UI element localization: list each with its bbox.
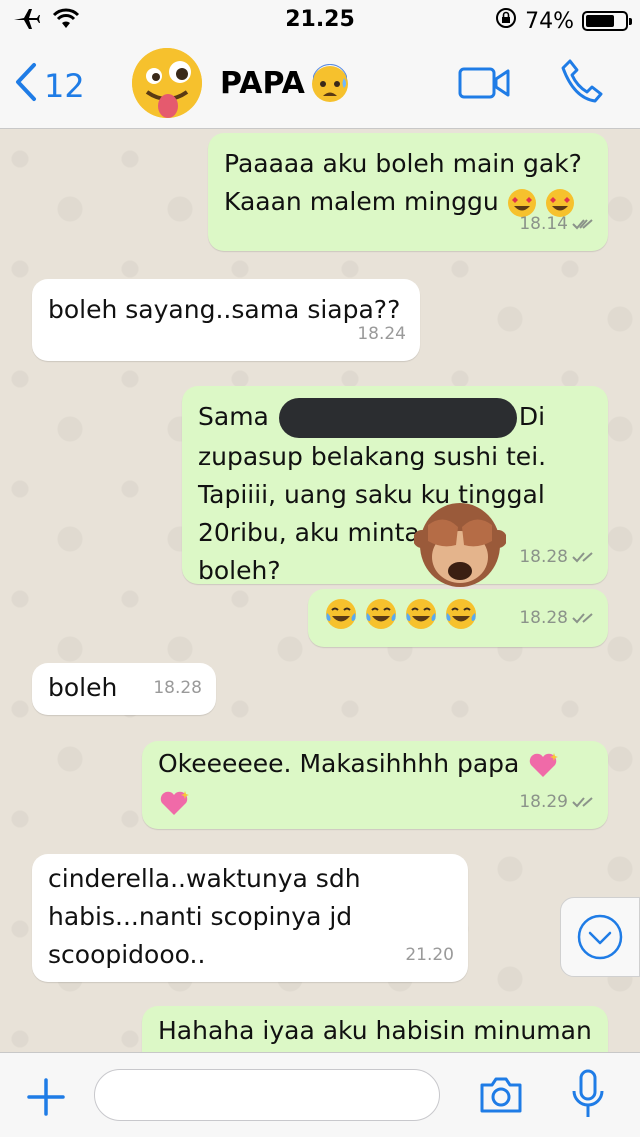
message-text: Paaaaa aku boleh main gak? [224,149,582,178]
message-text: boleh sayang..sama siapa?? [48,295,401,324]
message-time: 18.28 [519,547,568,567]
message-text: Okeeeeee. Makasihhhh papa [158,745,592,783]
scroll-to-bottom-button[interactable] [560,897,640,977]
chat-header: 12 PAPA [0,40,640,129]
message-incoming[interactable]: cinderella..waktunya sdh habis...nanti s… [32,854,468,982]
message-time: 18.29 [519,792,568,812]
message-outgoing[interactable]: 18.28 [308,589,608,647]
status-bar: 21.25 74% [0,0,640,40]
message-incoming[interactable]: boleh sayang..sama siapa?? 18.24 [32,279,420,361]
read-receipt-icon [572,219,593,230]
message-text: zupasup belakang sushi tei. [198,442,547,471]
contact-name: PAPA [220,66,305,101]
back-chevron-icon [14,62,38,110]
message-text: Sama Di [198,398,592,438]
message-meta: 18.28 [153,669,202,707]
message-outgoing[interactable]: Hahaha iyaa aku habisin minuman [142,1006,608,1052]
plus-icon [27,1078,65,1116]
message-time: 18.28 [153,678,202,698]
read-receipt-icon [572,552,593,563]
message-outgoing[interactable]: Okeeeeee. Makasihhhh papa 18.29 [142,741,608,829]
message-time: 18.24 [357,324,406,344]
message-text: habis...nanti scopinya jd [48,902,353,931]
sparkling-heart-icon [530,753,559,777]
read-receipt-icon [572,613,593,624]
back-count: 12 [44,67,85,105]
message-outgoing[interactable]: Paaaaa aku boleh main gak? Kaaan malem m… [208,133,608,251]
camera-icon [480,1077,522,1113]
message-meta: 18.14 [519,205,594,243]
battery-icon [582,11,632,31]
message-text: cinderella..waktunya sdh [48,864,361,893]
tears-of-joy-icon [326,599,356,629]
message-text: scoopidooo.. [48,940,206,969]
message-meta: 18.29 [519,783,594,821]
read-receipt-icon [572,797,593,808]
sparkling-heart-icon [160,791,189,815]
tears-of-joy-icon [366,599,396,629]
see-no-evil-monkey-icon [413,495,507,595]
avatar[interactable] [132,48,202,118]
camera-button[interactable] [478,1075,524,1119]
message-meta: 18.24 [357,315,406,353]
video-call-icon [458,67,510,99]
status-right: 74% [495,7,632,35]
message-outgoing[interactable]: Sama Di zupasup belakang sushi tei. Tapi… [182,386,608,585]
redaction-bar [278,398,517,438]
battery-fill [586,15,615,27]
message-meta: 21.20 [405,936,454,974]
chat-area[interactable]: Paaaaa aku boleh main gak? Kaaan malem m… [0,129,640,1052]
voice-call-button[interactable] [560,58,604,108]
tears-of-joy-icon [446,599,476,629]
anxious-face-icon [310,63,350,108]
back-button[interactable]: 12 [14,62,85,110]
microphone-icon [572,1069,604,1117]
message-incoming[interactable]: boleh 18.28 [32,663,216,715]
attach-button[interactable] [26,1077,66,1121]
message-meta: 18.28 [519,599,594,637]
message-time: 18.28 [519,608,568,628]
message-meta: 18.28 [519,538,594,576]
scroll-down-icon [577,914,623,960]
input-bar [0,1052,640,1137]
message-input[interactable] [94,1069,440,1121]
message-text: Tapiiii, uang saku ku tinggal [198,480,545,509]
tears-of-joy-icon [406,599,436,629]
rotation-lock-icon [495,7,517,35]
message-text: Hahaha iyaa aku habisin minuman [158,1016,592,1045]
message-time: 18.14 [519,214,568,234]
phone-icon [561,59,603,103]
message-time: 21.20 [405,945,454,965]
video-call-button[interactable] [458,66,510,104]
winking-face-with-tongue-icon [132,48,202,118]
microphone-button[interactable] [570,1069,606,1125]
battery-percent: 74% [525,8,574,34]
